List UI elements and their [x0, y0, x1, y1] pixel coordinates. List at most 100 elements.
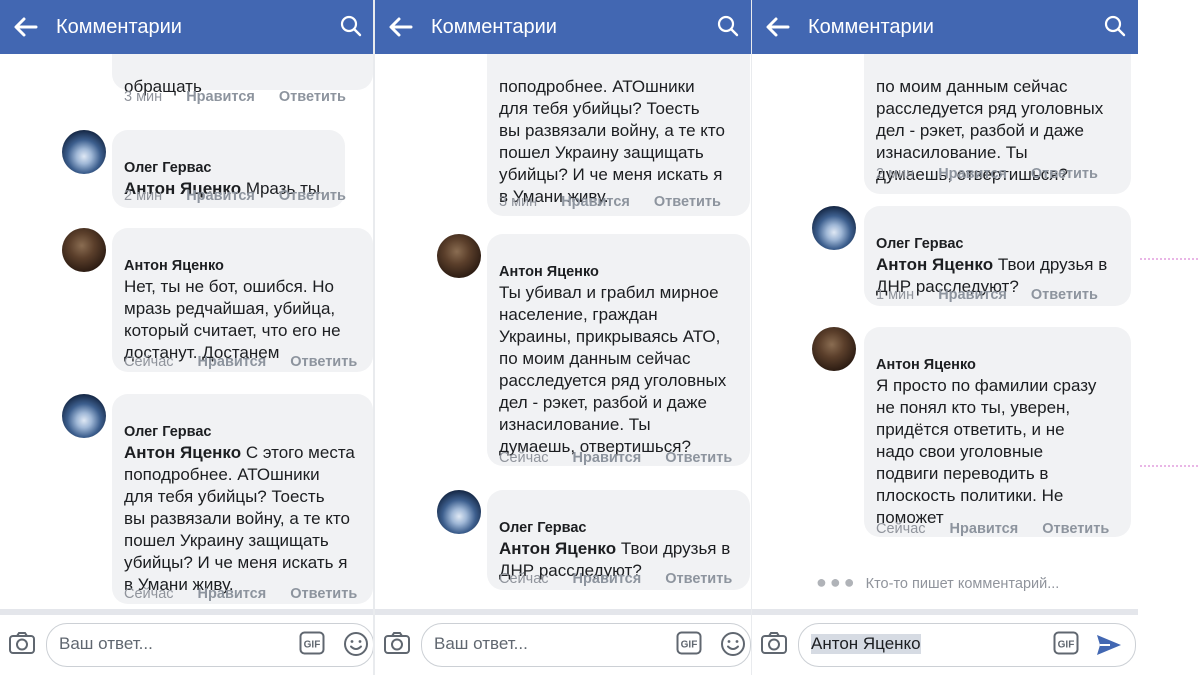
reply-input-value[interactable]: Антон Яценко — [811, 634, 921, 654]
like-link[interactable]: Нравится — [186, 188, 255, 204]
comment-time: Сейчас — [499, 571, 549, 587]
comment-author[interactable]: Антон Яценко — [499, 262, 738, 282]
reply-link[interactable]: Ответить — [279, 188, 346, 204]
reply-link[interactable]: Ответить — [279, 89, 346, 105]
svg-text:GIF: GIF — [304, 640, 321, 651]
search-icon[interactable] — [1104, 15, 1126, 37]
avatar[interactable] — [437, 490, 481, 534]
search-icon[interactable] — [340, 15, 362, 37]
reply-input[interactable]: Антон Яценко GIF — [798, 623, 1136, 667]
header-bar: Комментарии — [375, 0, 751, 54]
gif-icon[interactable]: GIF — [299, 631, 325, 655]
camera-icon[interactable] — [383, 631, 411, 655]
composer-bar: Ваш ответ... GIF — [375, 609, 751, 675]
reply-input[interactable]: Ваш ответ... GIF — [421, 623, 751, 667]
like-link[interactable]: Нравится — [573, 571, 642, 587]
comment-feed[interactable]: обращать 3 мин Нравится Ответить Олег Ге… — [0, 54, 374, 614]
comment-time: Сейчас — [876, 521, 926, 537]
reply-input[interactable]: Ваш ответ... GIF — [46, 623, 374, 667]
comment-time: 2 мин — [876, 166, 915, 182]
composer-bar: Ваш ответ... GIF — [0, 609, 374, 675]
comment-meta: Сейчас Нравится Ответить — [124, 352, 374, 372]
camera-icon[interactable] — [760, 631, 788, 655]
comment-time: 2 мин — [124, 188, 163, 204]
comment-meta: 3 мин Нравится Ответить — [124, 87, 366, 107]
mention[interactable]: Антон Яценко — [876, 255, 993, 274]
comment-author[interactable]: Олег Гервас — [876, 234, 1119, 254]
comment-meta: Сейчас Нравится Ответить — [499, 448, 751, 468]
like-link[interactable]: Нравится — [561, 194, 630, 210]
reply-placeholder: Ваш ответ... — [434, 634, 528, 653]
reply-link[interactable]: Ответить — [290, 586, 357, 602]
reply-link[interactable]: Ответить — [1031, 287, 1098, 303]
typing-indicator: ●●● Кто-то пишет комментарий... — [816, 572, 1059, 593]
header-bar: Комментарии — [0, 0, 374, 54]
like-link[interactable]: Нравится — [938, 287, 1007, 303]
mention[interactable]: Антон Яценко — [499, 539, 616, 558]
avatar[interactable] — [812, 327, 856, 371]
like-link[interactable]: Нравится — [938, 166, 1007, 182]
avatar[interactable] — [437, 234, 481, 278]
camera-icon[interactable] — [8, 631, 36, 655]
comment-time: Сейчас — [124, 354, 174, 370]
svg-text:GIF: GIF — [681, 640, 698, 651]
avatar[interactable] — [62, 394, 106, 438]
comment-feed[interactable]: по моим данным сейчас расследуется ряд у… — [752, 54, 1138, 614]
search-icon[interactable] — [717, 15, 739, 37]
gif-icon[interactable]: GIF — [676, 631, 702, 655]
reply-placeholder: Ваш ответ... — [59, 634, 153, 653]
reply-link[interactable]: Ответить — [1031, 166, 1098, 182]
comment-time: 3 мин — [499, 194, 538, 210]
back-arrow-icon[interactable] — [12, 15, 38, 39]
header-bar: Комментарии — [752, 0, 1138, 54]
comment-meta: 2 мин Нравится Ответить — [124, 186, 366, 206]
send-icon[interactable] — [1095, 632, 1123, 658]
gif-icon[interactable]: GIF — [1053, 631, 1079, 655]
comment-bubble[interactable]: Антон Яценко Ты убивал и грабил мирное на… — [487, 234, 750, 466]
typing-dots-icon: ●●● — [816, 572, 858, 592]
like-link[interactable]: Нравится — [198, 586, 267, 602]
comment-meta: 2 мин Нравится Ответить — [876, 164, 1118, 184]
reply-link[interactable]: Ответить — [665, 571, 732, 587]
comment-bubble[interactable]: Антон Яценко Нет, ты не бот, ошибся. Но м… — [112, 228, 373, 372]
like-link[interactable]: Нравится — [186, 89, 255, 105]
comment-bubble[interactable]: обращать — [112, 54, 373, 96]
comment-author[interactable]: Антон Яценко — [124, 256, 361, 276]
margin-decoration — [1140, 258, 1198, 260]
comment-meta: Сейчас Нравится Ответить — [499, 569, 751, 589]
typing-text: Кто-то пишет комментарий... — [865, 576, 1060, 592]
reply-link[interactable]: Ответить — [1042, 521, 1109, 537]
like-link[interactable]: Нравится — [198, 354, 267, 370]
comment-time: 1 мин — [876, 287, 915, 303]
back-arrow-icon[interactable] — [764, 15, 790, 39]
margin-decoration — [1140, 465, 1198, 467]
avatar[interactable] — [812, 206, 856, 250]
comment-meta: 1 мин Нравится Ответить — [876, 285, 1118, 305]
like-link[interactable]: Нравится — [950, 521, 1019, 537]
back-arrow-icon[interactable] — [387, 15, 413, 39]
emoji-icon[interactable] — [343, 631, 369, 657]
comment-time: Сейчас — [499, 450, 549, 466]
emoji-icon[interactable] — [720, 631, 746, 657]
comments-screen-2: Комментарии поподробнее. АТОшники для те… — [375, 0, 751, 675]
comments-screen-1: Комментарии обращать 3 мин Нравится Отве… — [0, 0, 374, 675]
comment-author[interactable]: Олег Гервас — [124, 422, 361, 442]
comment-bubble[interactable]: Олег Гервас Антон Яценко С этого места по… — [112, 394, 373, 604]
comment-bubble[interactable]: Антон Яценко Я просто по фамилии сразу не… — [864, 327, 1131, 537]
page-title: Комментарии — [56, 16, 182, 38]
like-link[interactable]: Нравится — [573, 450, 642, 466]
comments-screen-3: Комментарии по моим данным сейчас рассле… — [752, 0, 1138, 675]
composer-bar: Антон Яценко GIF — [752, 609, 1138, 675]
avatar[interactable] — [62, 228, 106, 272]
reply-link[interactable]: Ответить — [654, 194, 721, 210]
comment-feed[interactable]: поподробнее. АТОшники для тебя убийцы? Т… — [375, 54, 751, 614]
comment-author[interactable]: Олег Гервас — [124, 158, 333, 178]
comment-meta: 3 мин Нравится Ответить — [499, 192, 741, 212]
mention[interactable]: Антон Яценко — [124, 443, 241, 462]
comment-author[interactable]: Антон Яценко — [876, 355, 1119, 375]
comment-meta: Сейчас Нравится Ответить — [876, 519, 1129, 539]
reply-link[interactable]: Ответить — [665, 450, 732, 466]
reply-link[interactable]: Ответить — [290, 354, 357, 370]
avatar[interactable] — [62, 130, 106, 174]
comment-author[interactable]: Олег Гервас — [499, 518, 738, 538]
